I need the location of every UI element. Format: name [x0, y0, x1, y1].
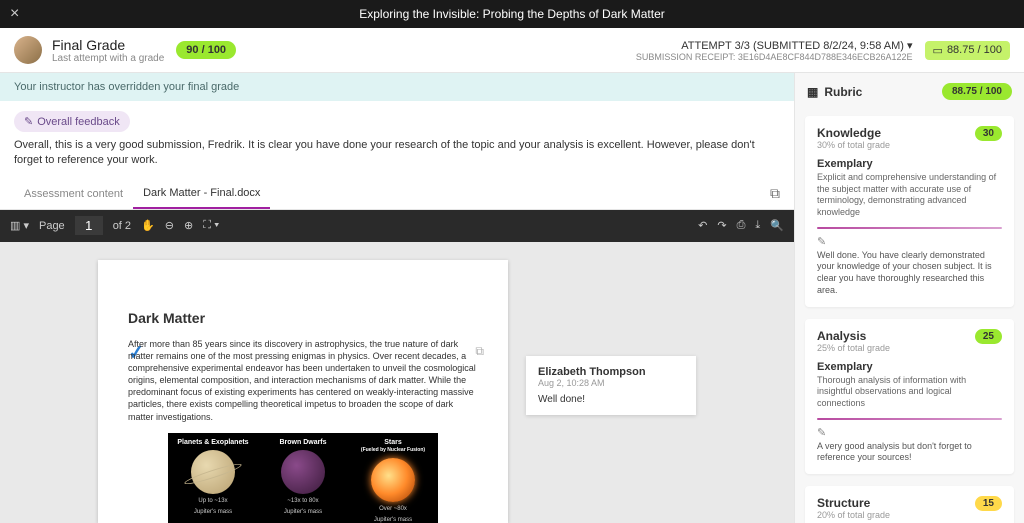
- tab-bar: Assessment content Dark Matter - Final.d…: [0, 179, 794, 210]
- popout-icon[interactable]: ⧉: [770, 185, 780, 202]
- rubric-total-pill: 88.75 / 100: [942, 83, 1012, 100]
- undo-icon[interactable]: ↶: [698, 219, 707, 232]
- star-icon: [371, 458, 415, 502]
- tab-assessment-content[interactable]: Assessment content: [14, 180, 133, 208]
- feedback-text: Overall, this is a very good submission,…: [0, 138, 794, 179]
- comment-author: Elizabeth Thompson: [538, 366, 684, 378]
- rubric-criterion[interactable]: Structure 20% of total grade 15 Proficie…: [805, 486, 1014, 523]
- attempt-score-pill: ▭ 88.75 / 100: [925, 41, 1010, 60]
- comment-body: Well done!: [538, 394, 684, 405]
- note-icon: ✎: [817, 235, 1002, 248]
- download-icon[interactable]: ⤓: [755, 219, 760, 232]
- attempt-selector[interactable]: ATTEMPT 3/3 (SUBMITTED 8/2/24, 9:58 AM) …: [636, 39, 913, 52]
- titlebar: × Exploring the Invisible: Probing the D…: [0, 0, 1024, 28]
- planet-icon: [191, 450, 235, 494]
- page-title: Exploring the Invisible: Probing the Dep…: [0, 7, 1024, 21]
- redo-icon[interactable]: ↷: [717, 219, 726, 232]
- dwarf-icon: [281, 450, 325, 494]
- avatar[interactable]: [14, 36, 42, 64]
- feedback-icon: ✎: [24, 115, 33, 128]
- comment-card[interactable]: Elizabeth Thompson Aug 2, 10:28 AM Well …: [526, 356, 696, 415]
- rubric-criterion[interactable]: Analysis 25% of total grade 25 Exemplary…: [805, 319, 1014, 474]
- page-label: Page: [39, 220, 65, 232]
- grade-icon: ▭: [933, 44, 943, 57]
- zoom-in-icon[interactable]: ⊕: [184, 219, 193, 232]
- rubric-icon: ▦: [807, 85, 818, 99]
- final-grade-pill: 90 / 100: [176, 41, 236, 59]
- criterion-bar: [817, 227, 1002, 229]
- grade-heading: Final Grade: [52, 37, 164, 53]
- submission-receipt: SUBMISSION RECEIPT: 3E16D4AE8CF844D788E3…: [636, 52, 913, 62]
- note-icon: ✎: [817, 426, 1002, 439]
- print-icon[interactable]: ⎙: [737, 219, 746, 232]
- criterion-score-pill: 30: [975, 126, 1002, 141]
- search-icon[interactable]: 🔍: [770, 219, 784, 232]
- rubric-panel: ▦ Rubric 88.75 / 100 Knowledge 30% of to…: [794, 73, 1024, 523]
- tab-file[interactable]: Dark Matter - Final.docx: [133, 179, 270, 209]
- doc-title: Dark Matter: [128, 310, 478, 326]
- grade-subtitle: Last attempt with a grade: [52, 53, 164, 64]
- override-banner: Your instructor has overridden your fina…: [0, 73, 794, 101]
- doc-figure: Planets & Exoplanets Up to ~13x Jupiter'…: [168, 433, 438, 523]
- criterion-score-pill: 15: [975, 496, 1002, 511]
- page-total: of 2: [113, 220, 131, 232]
- rubric-title: Rubric: [824, 85, 862, 99]
- document-viewport[interactable]: ✓ ⧉ Dark Matter After more than 85 years…: [0, 242, 794, 523]
- fit-icon[interactable]: ⛶ ▾: [203, 219, 219, 232]
- document-page: ✓ ⧉ Dark Matter After more than 85 years…: [98, 260, 508, 523]
- close-icon[interactable]: ×: [10, 5, 19, 23]
- rubric-criterion[interactable]: Knowledge 30% of total grade 30 Exemplar…: [805, 116, 1014, 307]
- pan-icon[interactable]: ✋: [141, 219, 155, 232]
- overall-feedback-chip[interactable]: ✎ Overall feedback: [14, 111, 130, 132]
- criterion-score-pill: 25: [975, 329, 1002, 344]
- sidebar-toggle-icon[interactable]: ▥ ▾: [10, 219, 29, 232]
- header: Final Grade Last attempt with a grade 90…: [0, 28, 1024, 73]
- page-input[interactable]: [75, 216, 103, 235]
- doc-paragraph: After more than 85 years since its disco…: [128, 338, 478, 423]
- criterion-bar: [817, 418, 1002, 420]
- comment-date: Aug 2, 10:28 AM: [538, 378, 684, 388]
- zoom-out-icon[interactable]: ⊖: [165, 219, 174, 232]
- document-toolbar: ▥ ▾ Page of 2 ✋ ⊖ ⊕ ⛶ ▾ ↶ ↷ ⎙ ⤓ 🔍: [0, 210, 794, 242]
